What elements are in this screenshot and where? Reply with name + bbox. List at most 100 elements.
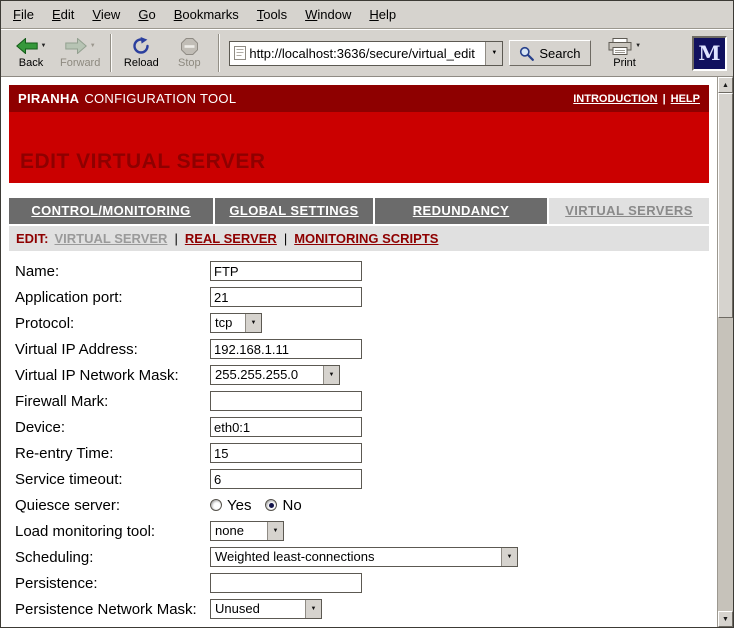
menu-file[interactable]: File	[4, 1, 43, 28]
menu-bar: File Edit View Go Bookmarks Tools Window…	[1, 1, 733, 29]
tab-virtual-servers[interactable]: VIRTUAL SERVERS	[549, 198, 709, 224]
subnav-separator: |	[174, 231, 177, 246]
print-label: Print	[613, 57, 636, 69]
field-label: Virtual IP Address:	[9, 341, 210, 358]
field-label: Protocol:	[9, 315, 210, 332]
header-links: INTRODUCTION | HELP	[573, 93, 700, 105]
subnav-real-server-link[interactable]: REAL SERVER	[185, 231, 277, 246]
search-icon	[519, 46, 534, 61]
scrollbar-thumb[interactable]	[718, 93, 733, 318]
radio-unchecked-icon	[210, 499, 222, 511]
menu-help[interactable]: Help	[360, 1, 405, 28]
scroll-down-button[interactable]: ▼	[718, 611, 733, 627]
form-row-application-port: Application port:	[9, 284, 709, 310]
firewall-mark-input[interactable]	[210, 391, 362, 411]
print-dropdown-icon[interactable]: ▼	[635, 43, 641, 49]
reentry-time-input[interactable]	[210, 443, 362, 463]
tab-redundancy[interactable]: REDUNDANCY	[375, 198, 547, 224]
menu-go[interactable]: Go	[129, 1, 164, 28]
device-input[interactable]	[210, 417, 362, 437]
back-label: Back	[19, 57, 43, 69]
form-row-virtual-ip: Virtual IP Address:	[9, 336, 709, 362]
form-row-device: Device:	[9, 414, 709, 440]
scheduling-select[interactable]: Weighted least-connections ▼	[210, 547, 518, 567]
back-dropdown-icon[interactable]: ▼	[41, 43, 47, 49]
field-label: Service timeout:	[9, 471, 210, 488]
service-timeout-input[interactable]	[210, 469, 362, 489]
form-row-name: Name:	[9, 258, 709, 284]
form-row-persistence: Persistence:	[9, 570, 709, 596]
stop-button[interactable]: Stop	[165, 31, 213, 75]
toolbar-separator	[110, 34, 112, 72]
field-label: Name:	[9, 263, 210, 280]
stop-label: Stop	[178, 57, 201, 69]
subnav-prefix: EDIT:	[16, 231, 49, 246]
url-bar[interactable]: http://localhost:3636/secure/virtual_edi…	[229, 41, 503, 66]
tab-control-monitoring[interactable]: CONTROL/MONITORING	[9, 198, 213, 224]
help-link[interactable]: HELP	[671, 93, 700, 105]
form-row-quiesce-server: Quiesce server: Yes No	[9, 492, 709, 518]
field-label: Scheduling:	[9, 549, 210, 566]
subnav-separator: |	[284, 231, 287, 246]
chevron-down-icon: ▼	[245, 314, 261, 332]
name-input[interactable]	[210, 261, 362, 281]
stop-icon	[181, 38, 198, 55]
menu-tools[interactable]: Tools	[248, 1, 296, 28]
back-button[interactable]: ▼ Back	[7, 31, 55, 75]
tab-global-settings[interactable]: GLOBAL SETTINGS	[215, 198, 373, 224]
url-history-dropdown[interactable]: ▼	[485, 42, 502, 65]
field-label: Persistence Network Mask:	[9, 601, 210, 618]
quiesce-yes-radio[interactable]: Yes	[210, 497, 251, 514]
header-link-separator: |	[663, 93, 666, 105]
form-row-persistence-netmask: Persistence Network Mask: Unused ▼	[9, 596, 709, 622]
browser-window: File Edit View Go Bookmarks Tools Window…	[0, 0, 734, 628]
menu-edit[interactable]: Edit	[43, 1, 83, 28]
app-title: PIRANHACONFIGURATION TOOL	[18, 91, 236, 106]
vip-netmask-select[interactable]: 255.255.255.0 ▼	[210, 365, 340, 385]
subnav-monitoring-scripts-link[interactable]: MONITORING SCRIPTS	[294, 231, 438, 246]
introduction-link[interactable]: INTRODUCTION	[573, 93, 657, 105]
persistence-netmask-select[interactable]: Unused ▼	[210, 599, 322, 619]
application-port-input[interactable]	[210, 287, 362, 307]
search-label: Search	[539, 46, 580, 61]
url-input[interactable]: http://localhost:3636/secure/virtual_edi…	[246, 46, 485, 61]
virtual-server-form: Name: Application port: Protocol: tcp ▼ …	[9, 258, 709, 622]
print-button[interactable]: ▼ Print	[601, 31, 649, 75]
protocol-select[interactable]: tcp ▼	[210, 313, 262, 333]
scroll-up-button[interactable]: ▲	[718, 77, 733, 93]
forward-label: Forward	[60, 57, 100, 69]
chevron-down-icon: ▼	[491, 50, 497, 56]
forward-button[interactable]: ▼ Forward	[55, 31, 105, 75]
menu-window[interactable]: Window	[296, 1, 360, 28]
chevron-down-icon: ▼	[501, 548, 517, 566]
reload-icon	[132, 37, 150, 55]
mozilla-throbber-icon[interactable]: M	[692, 36, 727, 71]
virtual-ip-input[interactable]	[210, 339, 362, 359]
page-title: EDIT VIRTUAL SERVER	[20, 150, 266, 174]
tab-bar: CONTROL/MONITORING GLOBAL SETTINGS REDUN…	[9, 198, 709, 224]
load-monitoring-select[interactable]: none ▼	[210, 521, 284, 541]
forward-dropdown-icon: ▼	[90, 43, 96, 49]
field-label: Quiesce server:	[9, 497, 210, 514]
reload-label: Reload	[124, 57, 159, 69]
quiesce-no-radio[interactable]: No	[265, 497, 301, 514]
reload-button[interactable]: Reload	[117, 31, 165, 75]
form-row-protocol: Protocol: tcp ▼	[9, 310, 709, 336]
scroll-up-icon: ▲	[722, 82, 729, 89]
scroll-down-icon: ▼	[722, 616, 729, 623]
back-icon	[16, 38, 38, 54]
field-label: Persistence:	[9, 575, 210, 592]
form-row-firewall-mark: Firewall Mark:	[9, 388, 709, 414]
persistence-input[interactable]	[210, 573, 362, 593]
form-row-vip-netmask: Virtual IP Network Mask: 255.255.255.0 ▼	[9, 362, 709, 388]
field-label: Application port:	[9, 289, 210, 306]
menu-bookmarks[interactable]: Bookmarks	[165, 1, 248, 28]
form-row-reentry-time: Re-entry Time:	[9, 440, 709, 466]
page-content: PIRANHACONFIGURATION TOOL INTRODUCTION |…	[1, 77, 717, 627]
vertical-scrollbar[interactable]: ▲ ▼	[717, 77, 733, 627]
scrollbar-track[interactable]	[718, 93, 733, 611]
radio-checked-icon	[265, 499, 277, 511]
search-button[interactable]: Search	[509, 40, 590, 66]
menu-view[interactable]: View	[83, 1, 129, 28]
chevron-down-icon: ▼	[267, 522, 283, 540]
